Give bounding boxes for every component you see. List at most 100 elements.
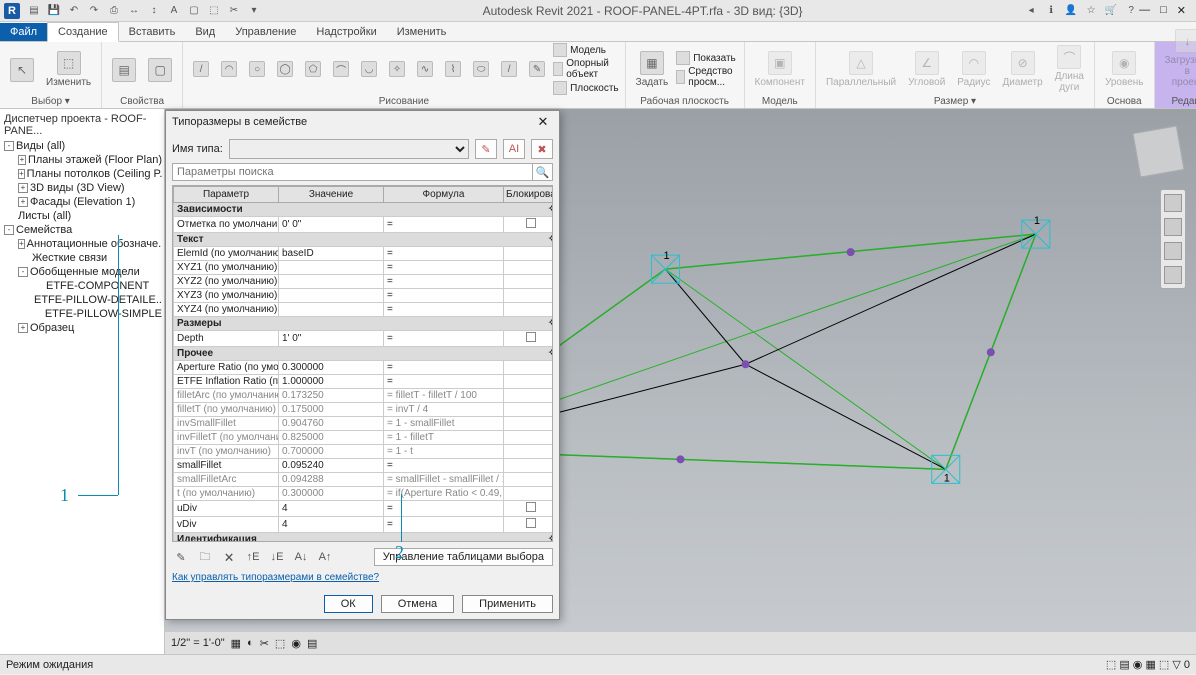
tree-node[interactable]: ETFE-COMPONENT [4, 279, 162, 293]
ok-button[interactable]: ОК [324, 595, 373, 613]
param-row[interactable]: t (по умолчанию)0.300000= if(Aperture Ra… [174, 487, 554, 501]
col-formula[interactable]: Формула [384, 187, 504, 203]
ribbon-button[interactable]: ✎ [525, 59, 549, 79]
infocenter-icon[interactable]: ℹ [1043, 3, 1059, 19]
ribbon-button[interactable]: ▤ [108, 56, 140, 84]
browser-tree[interactable]: -Виды (all)+Планы этажей (Floor Plan)+Пл… [2, 139, 162, 335]
ribbon-button[interactable]: / [189, 59, 213, 79]
ribbon-small-button[interactable]: Средство просм... [676, 66, 737, 88]
ribbon-small-button[interactable]: Опорный объект [553, 58, 619, 80]
view-scale[interactable]: 1/2" = 1'-0" [171, 637, 225, 649]
param-group-row[interactable]: Прочее✧ [174, 347, 554, 361]
minimize-button[interactable]: — [1139, 4, 1150, 17]
user-icon[interactable]: 👤 [1063, 3, 1079, 19]
qat-section-icon[interactable]: ✂ [226, 3, 242, 19]
ribbon-button[interactable]: ◯ [273, 59, 297, 79]
cancel-button[interactable]: Отмена [381, 595, 454, 613]
param-row[interactable]: smallFilletArc0.094288= smallFillet - sm… [174, 473, 554, 487]
help-link[interactable]: Как управлять типоразмерами в семействе? [172, 572, 553, 583]
param-row[interactable]: Aperture Ratio (по умолча0.300000= [174, 361, 554, 375]
ribbon-button[interactable]: ✧ [385, 59, 409, 79]
ribbon-button[interactable]: ◠ [217, 59, 241, 79]
qat-save-icon[interactable]: 💾 [46, 3, 62, 19]
tree-node[interactable]: -Виды (all) [4, 139, 162, 153]
param-row[interactable]: XYZ2 (по умолчанию)= [174, 275, 554, 289]
ribbon-button[interactable]: ▦Задать [632, 49, 673, 90]
search-icon[interactable]: 🔍 [533, 163, 553, 181]
ribbon-small-button[interactable]: Показать [676, 51, 737, 65]
new-type-button[interactable]: ✎ [475, 139, 497, 159]
ribbon-button[interactable]: ▢ [144, 56, 176, 84]
param-row[interactable]: XYZ3 (по умолчанию)= [174, 289, 554, 303]
type-name-select[interactable] [229, 139, 469, 159]
tree-node[interactable]: +Планы этажей (Floor Plan) [4, 153, 162, 167]
param-group-row[interactable]: Зависимости✧ [174, 203, 554, 217]
param-row[interactable]: invSmallFillet0.904760= 1 - smallFillet [174, 417, 554, 431]
qat-region-icon[interactable]: ▢ [186, 3, 202, 19]
param-row[interactable]: XYZ1 (по умолчанию)= [174, 261, 554, 275]
tree-node[interactable]: +Планы потолков (Ceiling P... [4, 167, 162, 181]
qat-open-icon[interactable]: ▤ [26, 3, 42, 19]
tree-node[interactable]: ETFE-PILLOW-DETAILE... [4, 293, 162, 307]
ribbon-small-button[interactable]: Модель [553, 43, 619, 57]
param-group-row[interactable]: Текст✧ [174, 233, 554, 247]
param-row[interactable]: invT (по умолчанию)0.700000= 1 - t [174, 445, 554, 459]
dialog-titlebar[interactable]: Типоразмеры в семействе ✕ [166, 111, 559, 133]
tab-insert[interactable]: Вставить [119, 23, 186, 41]
vc-icon[interactable]: ▤ [307, 637, 317, 650]
qat-more-icon[interactable]: ▾ [246, 3, 262, 19]
moveup-icon[interactable]: ↑E [244, 548, 262, 566]
tree-node[interactable]: +3D виды (3D View) [4, 181, 162, 195]
param-row[interactable]: XYZ4 (по умолчанию)= [174, 303, 554, 317]
maximize-button[interactable]: □ [1160, 4, 1167, 17]
tree-node[interactable]: Листы (all) [4, 209, 162, 223]
qat-dim-icon[interactable]: ↕ [146, 3, 162, 19]
ribbon-button[interactable]: ∿ [413, 59, 437, 79]
ribbon-button[interactable]: ⬭ [469, 59, 493, 79]
status-icons[interactable]: ⬚ ▤ ◉ ▦ ⬚ ▽ 0 [1106, 658, 1190, 671]
parameters-table[interactable]: Параметр Значение Формула Блокировать За… [172, 185, 553, 542]
manage-lookup-button[interactable]: Управление таблицами выбора [374, 548, 553, 566]
param-group-row[interactable]: Идентификация✧ [174, 533, 554, 543]
qat-text-icon[interactable]: A [166, 3, 182, 19]
param-row[interactable]: vDiv4= [174, 517, 554, 533]
col-parameter[interactable]: Параметр [174, 187, 279, 203]
tab-addins[interactable]: Надстройки [306, 23, 386, 41]
param-row[interactable]: ElemId (по умолчанию)baseID= [174, 247, 554, 261]
view-control-bar[interactable]: 1/2" = 1'-0" ▦ ◐ ✂ ⬚ ◉ ▤ [165, 632, 1196, 654]
param-row[interactable]: smallFillet0.095240= [174, 459, 554, 473]
sort-asc-icon[interactable]: A↓ [292, 548, 310, 566]
tree-node[interactable]: -Семейства [4, 223, 162, 237]
edit-param-icon[interactable]: 🗀 [196, 548, 214, 566]
navigation-bar[interactable] [1160, 189, 1186, 289]
movedown-icon[interactable]: ↓E [268, 548, 286, 566]
ribbon-button[interactable]: ⬚Изменить [42, 49, 95, 90]
param-row[interactable]: Depth1' 0"= [174, 331, 554, 347]
qat-print-icon[interactable]: ⎙ [106, 3, 122, 19]
tab-manage[interactable]: Управление [225, 23, 306, 41]
param-row[interactable]: invFilletT (по умолчанию)0.825000= 1 - f… [174, 431, 554, 445]
tree-node[interactable]: +Фасады (Elevation 1) [4, 195, 162, 209]
param-row[interactable]: ETFE Inflation Ratio (по умо1.000000= [174, 375, 554, 389]
file-tab[interactable]: Файл [0, 23, 47, 41]
project-browser[interactable]: Диспетчер проекта - ROOF-PANE... -Виды (… [0, 109, 165, 654]
ribbon-button[interactable]: ⌇ [441, 59, 465, 79]
qat-redo-icon[interactable]: ↷ [86, 3, 102, 19]
vc-icon[interactable]: ⬚ [275, 637, 285, 650]
qat-3d-icon[interactable]: ⬚ [206, 3, 222, 19]
param-row[interactable]: uDiv4= [174, 501, 554, 517]
ribbon-button[interactable]: ↖ [6, 56, 38, 84]
tab-modify[interactable]: Изменить [387, 23, 457, 41]
search-input[interactable] [172, 163, 533, 181]
ribbon-button[interactable]: ◡ [357, 59, 381, 79]
sort-desc-icon[interactable]: A↑ [316, 548, 334, 566]
cart-icon[interactable]: 🛒 [1103, 3, 1119, 19]
vc-icon[interactable]: ◉ [291, 637, 301, 650]
ribbon-button[interactable]: / [497, 59, 521, 79]
tree-node[interactable]: Жесткие связи [4, 251, 162, 265]
param-group-row[interactable]: Размеры✧ [174, 317, 554, 331]
new-param-icon[interactable]: ✎ [172, 548, 190, 566]
tree-node[interactable]: ETFE-PILLOW-SIMPLE [4, 307, 162, 321]
vc-icon[interactable]: ▦ [231, 637, 241, 650]
dialog-close-button[interactable]: ✕ [533, 114, 553, 130]
